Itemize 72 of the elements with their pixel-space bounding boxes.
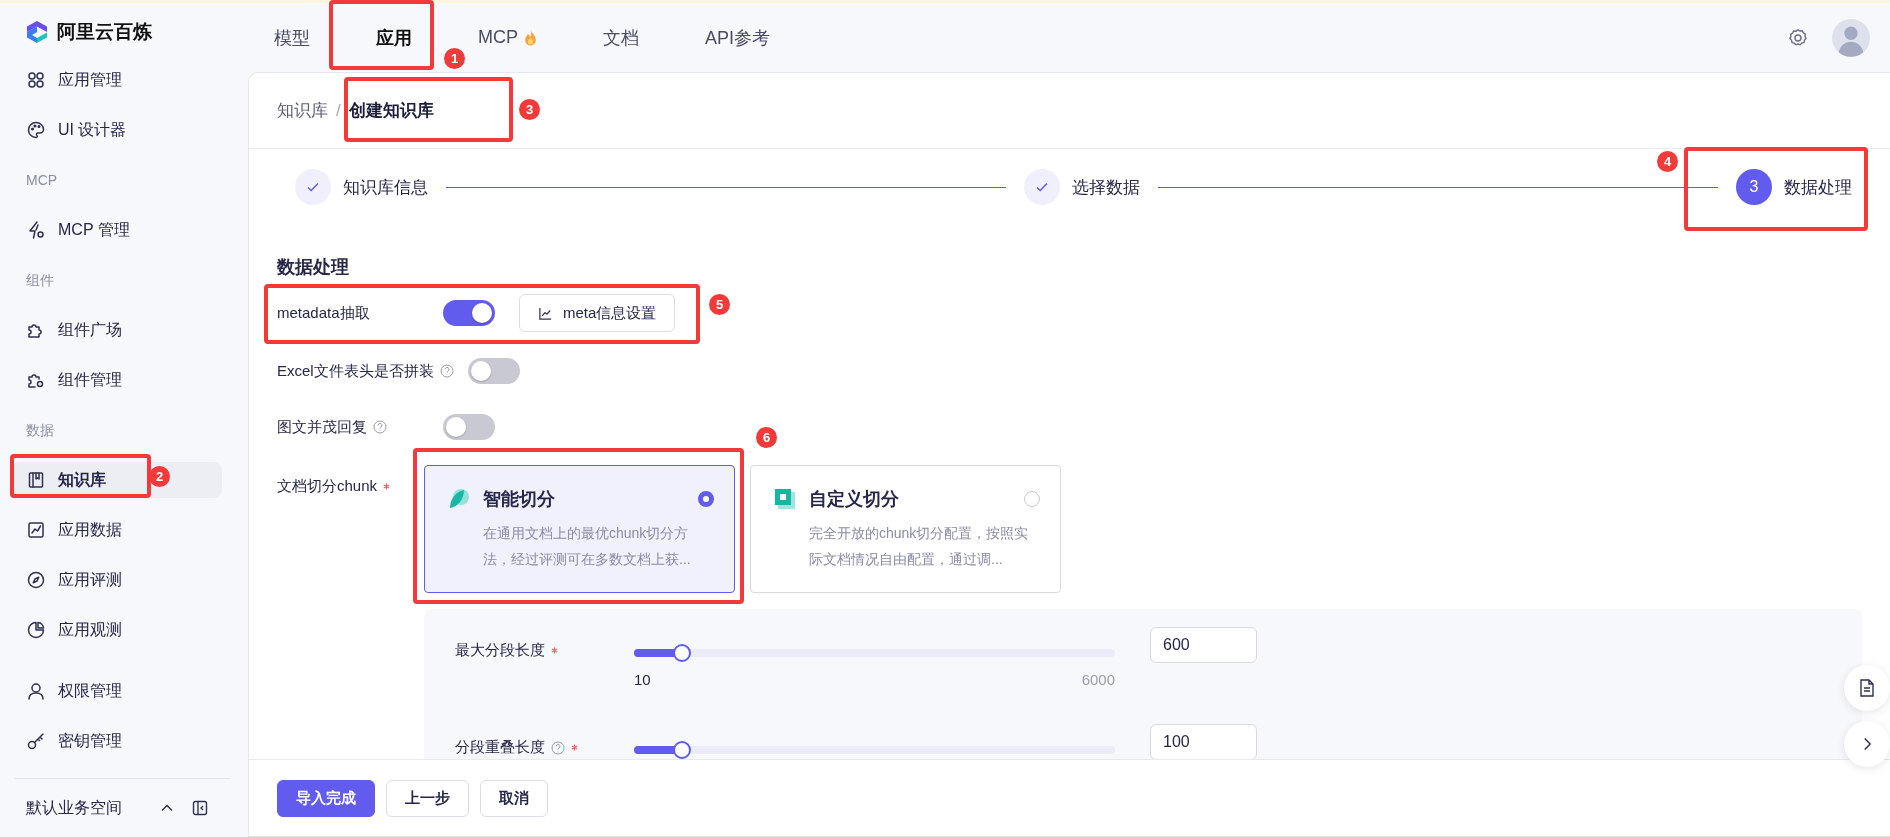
footer-button[interactable]: 上一步 bbox=[386, 779, 469, 817]
sidebar-item[interactable]: 应用观测 bbox=[12, 612, 222, 648]
breadcrumb-item[interactable]: 知识库 bbox=[277, 99, 328, 122]
leaf-icon bbox=[447, 487, 471, 511]
sidebar-section-label: 数据 bbox=[25, 421, 55, 440]
meta-settings-button[interactable]: meta信息设置 bbox=[519, 294, 676, 332]
collapse-sidebar-icon[interactable] bbox=[192, 800, 208, 816]
sidebar-item[interactable]: 组件管理 bbox=[12, 362, 222, 398]
sidebar-item[interactable]: 组件广场 bbox=[12, 312, 222, 348]
document-icon bbox=[1857, 678, 1877, 698]
logo-icon bbox=[25, 20, 49, 44]
option-title: 自定义切分 bbox=[809, 488, 900, 511]
field-label: 最大分段长度 bbox=[455, 641, 545, 660]
sidebar-item[interactable]: MCP 管理 bbox=[12, 212, 222, 248]
number-input[interactable]: 100 bbox=[1150, 724, 1257, 759]
slider[interactable] bbox=[634, 644, 1115, 662]
sidebar-item[interactable]: 应用数据 bbox=[12, 512, 222, 548]
toggle-switch[interactable] bbox=[443, 414, 495, 440]
field-label: 文档切分chunk bbox=[277, 477, 378, 496]
option-title: 智能切分 bbox=[483, 488, 556, 511]
sidebar-section-label: 组件 bbox=[25, 271, 55, 290]
sidebar-item[interactable]: UI 设计器 bbox=[12, 112, 222, 148]
sidebar-item[interactable]: 密钥管理 bbox=[12, 723, 222, 759]
nav-tab[interactable]: 模型 bbox=[274, 25, 310, 50]
sidebar-item[interactable]: 权限管理 bbox=[12, 673, 222, 709]
footer-button[interactable]: 导入完成 bbox=[277, 779, 375, 817]
compass-icon bbox=[26, 570, 46, 590]
step-label: 选择数据 bbox=[1072, 176, 1140, 199]
pie-chart-icon bbox=[26, 620, 46, 640]
option-description: 完全开放的chunk切分配置，按照实际文档情况自由配置，通过调... bbox=[809, 524, 1030, 569]
field-label: metadata抽取 bbox=[277, 303, 370, 323]
bolt-icon bbox=[26, 220, 46, 240]
option-card[interactable]: 自定义切分 完全开放的chunk切分配置，按照实际文档情况自由配置，通过调... bbox=[750, 465, 1061, 593]
slider-max: 6000 bbox=[1081, 671, 1115, 688]
book-icon bbox=[26, 470, 46, 490]
brand-name: 阿里云百炼 bbox=[57, 20, 152, 44]
slider-min: 10 bbox=[634, 671, 651, 688]
nav-tab[interactable]: 文档 bbox=[603, 25, 639, 50]
field-label: 分段重叠长度 bbox=[455, 738, 545, 757]
step-number: 3 bbox=[1736, 169, 1772, 205]
callout-number: 1 bbox=[444, 48, 465, 69]
number-input[interactable]: 600 bbox=[1150, 627, 1257, 663]
line-chart-icon bbox=[538, 305, 553, 321]
nav-tab[interactable]: MCP bbox=[478, 27, 537, 48]
workspace-name[interactable]: 默认业务空间 bbox=[26, 797, 122, 819]
chart-icon bbox=[26, 520, 46, 540]
radio-button[interactable] bbox=[1024, 491, 1040, 507]
radio-button[interactable] bbox=[698, 491, 714, 507]
sidebar-item[interactable]: 应用管理 bbox=[12, 62, 222, 98]
sidebar-section-label: MCP bbox=[25, 171, 59, 190]
field-label: 图文并茂回复 bbox=[277, 417, 367, 437]
step-label: 知识库信息 bbox=[343, 176, 428, 199]
nav-tab[interactable]: API参考 bbox=[705, 25, 770, 50]
palette-icon bbox=[26, 120, 46, 140]
footer-button[interactable]: 取消 bbox=[480, 779, 548, 817]
square-icon bbox=[773, 487, 797, 511]
option-card[interactable]: 智能切分 在通用文档上的最优chunk切分方法，经过评测可在多数文档上获... bbox=[424, 465, 735, 593]
breadcrumb-item: 创建知识库 bbox=[348, 100, 434, 122]
flame-icon bbox=[524, 29, 537, 46]
field-label: Excel文件表头是否拼装 bbox=[277, 361, 434, 381]
option-description: 在通用文档上的最优chunk切分方法，经过评测可在多数文档上获... bbox=[483, 524, 692, 569]
toggle-switch[interactable] bbox=[467, 358, 520, 384]
section-title: 数据处理 bbox=[277, 256, 350, 279]
step-label: 数据处理 bbox=[1784, 176, 1852, 199]
user-icon bbox=[26, 681, 46, 701]
grid-icon bbox=[26, 70, 46, 90]
sidebar-item[interactable]: 应用评测 bbox=[12, 562, 222, 598]
nav-tab[interactable]: 应用 bbox=[376, 25, 412, 50]
toggle-switch[interactable] bbox=[443, 300, 495, 326]
settings-icon[interactable] bbox=[1788, 27, 1808, 48]
key-icon bbox=[26, 731, 46, 751]
breadcrumb-separator: / bbox=[336, 100, 341, 121]
